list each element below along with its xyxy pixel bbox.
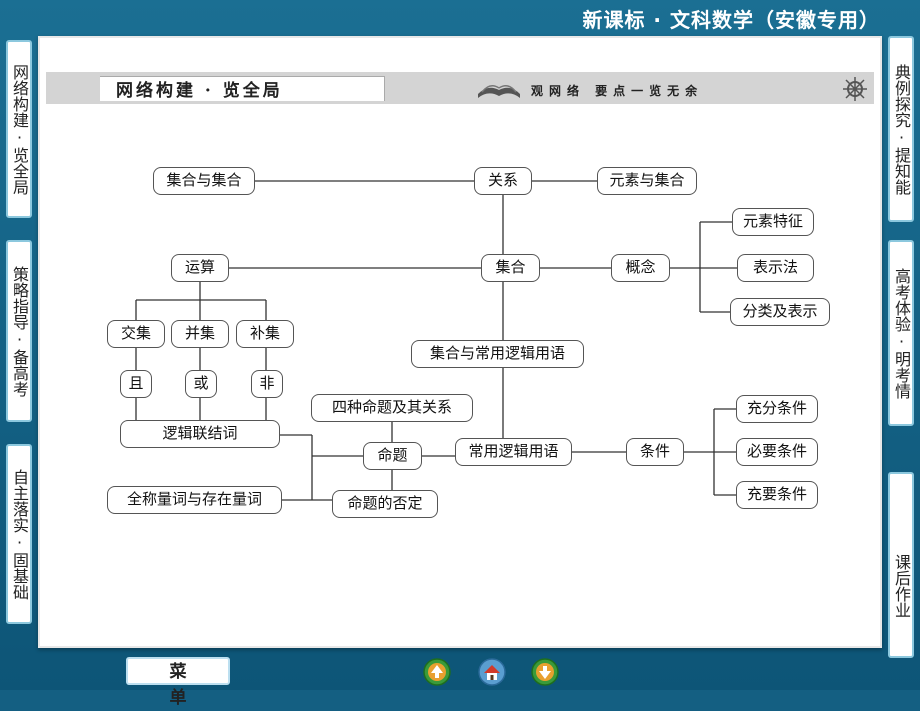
node-element-and-set: 元素与集合 [597,167,697,195]
home-icon[interactable] [478,658,506,686]
next-page-icon[interactable] [531,658,559,686]
node-or: 或 [185,370,217,398]
node-condition: 条件 [626,438,684,466]
node-proposition: 命题 [363,442,422,470]
node-quantifiers: 全称量词与存在量词 [107,486,282,514]
menu-button[interactable]: 菜单 [126,657,230,708]
node-common-logic-terms: 常用逻辑用语 [455,438,572,466]
node-operation: 运算 [171,254,229,282]
node-element-features: 元素特征 [732,208,814,236]
node-representation: 表示法 [737,254,814,282]
node-classification: 分类及表示 [730,298,830,326]
node-four-propositions: 四种命题及其关系 [311,394,473,422]
node-concept: 概念 [611,254,670,282]
node-negation: 命题的否定 [332,490,438,518]
node-complement: 补集 [236,320,294,348]
node-and: 且 [120,370,152,398]
node-set-and-set: 集合与集合 [153,167,255,195]
node-union: 并集 [171,320,229,348]
node-sets-and-logic: 集合与常用逻辑用语 [411,340,584,368]
node-relation: 关系 [474,167,532,195]
node-intersection: 交集 [107,320,165,348]
node-necessary-condition: 必要条件 [736,438,818,466]
node-sufficient-condition: 充分条件 [736,395,818,423]
node-sufficient-necessary: 充要条件 [736,481,818,509]
prev-page-icon[interactable] [423,658,451,686]
node-not: 非 [251,370,283,398]
node-logical-connectives: 逻辑联结词 [120,420,280,448]
node-set: 集合 [481,254,540,282]
